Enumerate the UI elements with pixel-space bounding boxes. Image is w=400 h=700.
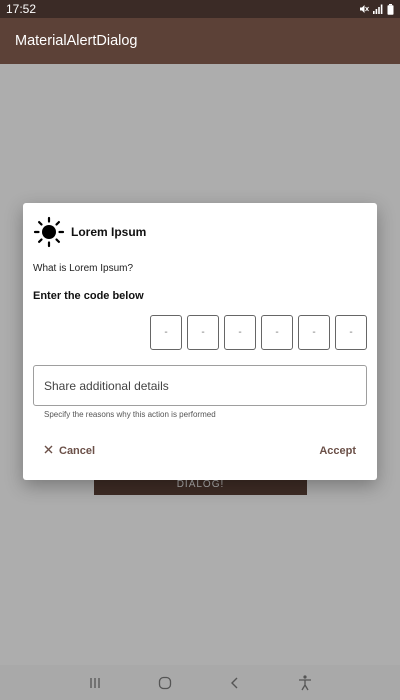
code-box-2[interactable]: - xyxy=(187,315,219,350)
signal-icon xyxy=(373,4,383,14)
dialog-title: Lorem Ipsum xyxy=(71,225,147,239)
details-placeholder: Share additional details xyxy=(44,378,169,393)
code-box-1[interactable]: - xyxy=(150,315,182,350)
navigation-bar xyxy=(0,665,400,700)
details-field[interactable]: Share additional details xyxy=(33,365,367,406)
cancel-button[interactable]: Cancel xyxy=(44,441,95,461)
accept-button[interactable]: Accept xyxy=(319,441,356,461)
close-icon xyxy=(44,445,53,457)
home-icon[interactable] xyxy=(158,676,172,690)
battery-icon xyxy=(387,3,394,15)
accept-label: Accept xyxy=(319,445,356,457)
back-icon[interactable] xyxy=(228,676,242,690)
code-box-6[interactable]: - xyxy=(335,315,367,350)
accessibility-icon[interactable] xyxy=(298,674,312,691)
code-box-3[interactable]: - xyxy=(224,315,256,350)
app-title: MaterialAlertDialog xyxy=(15,33,138,49)
app-bar: MaterialAlertDialog xyxy=(0,18,400,64)
recents-icon[interactable] xyxy=(88,676,102,690)
code-box-5[interactable]: - xyxy=(298,315,330,350)
cancel-label: Cancel xyxy=(59,445,96,457)
alert-dialog: Lorem Ipsum What is Lorem Ipsum? Enter t… xyxy=(23,203,377,480)
code-box-4[interactable]: - xyxy=(261,315,293,350)
dialog-message: What is Lorem Ipsum? xyxy=(33,263,134,274)
code-label: Enter the code below xyxy=(33,290,144,302)
code-input-group: - - - - - - xyxy=(150,315,367,350)
details-helper-text: Specify the reasons why this action is p… xyxy=(44,410,216,419)
status-time: 17:52 xyxy=(6,2,37,16)
status-icons xyxy=(359,3,394,15)
status-bar: 17:52 xyxy=(0,0,400,18)
mute-icon xyxy=(359,4,369,14)
sun-icon xyxy=(33,216,65,248)
